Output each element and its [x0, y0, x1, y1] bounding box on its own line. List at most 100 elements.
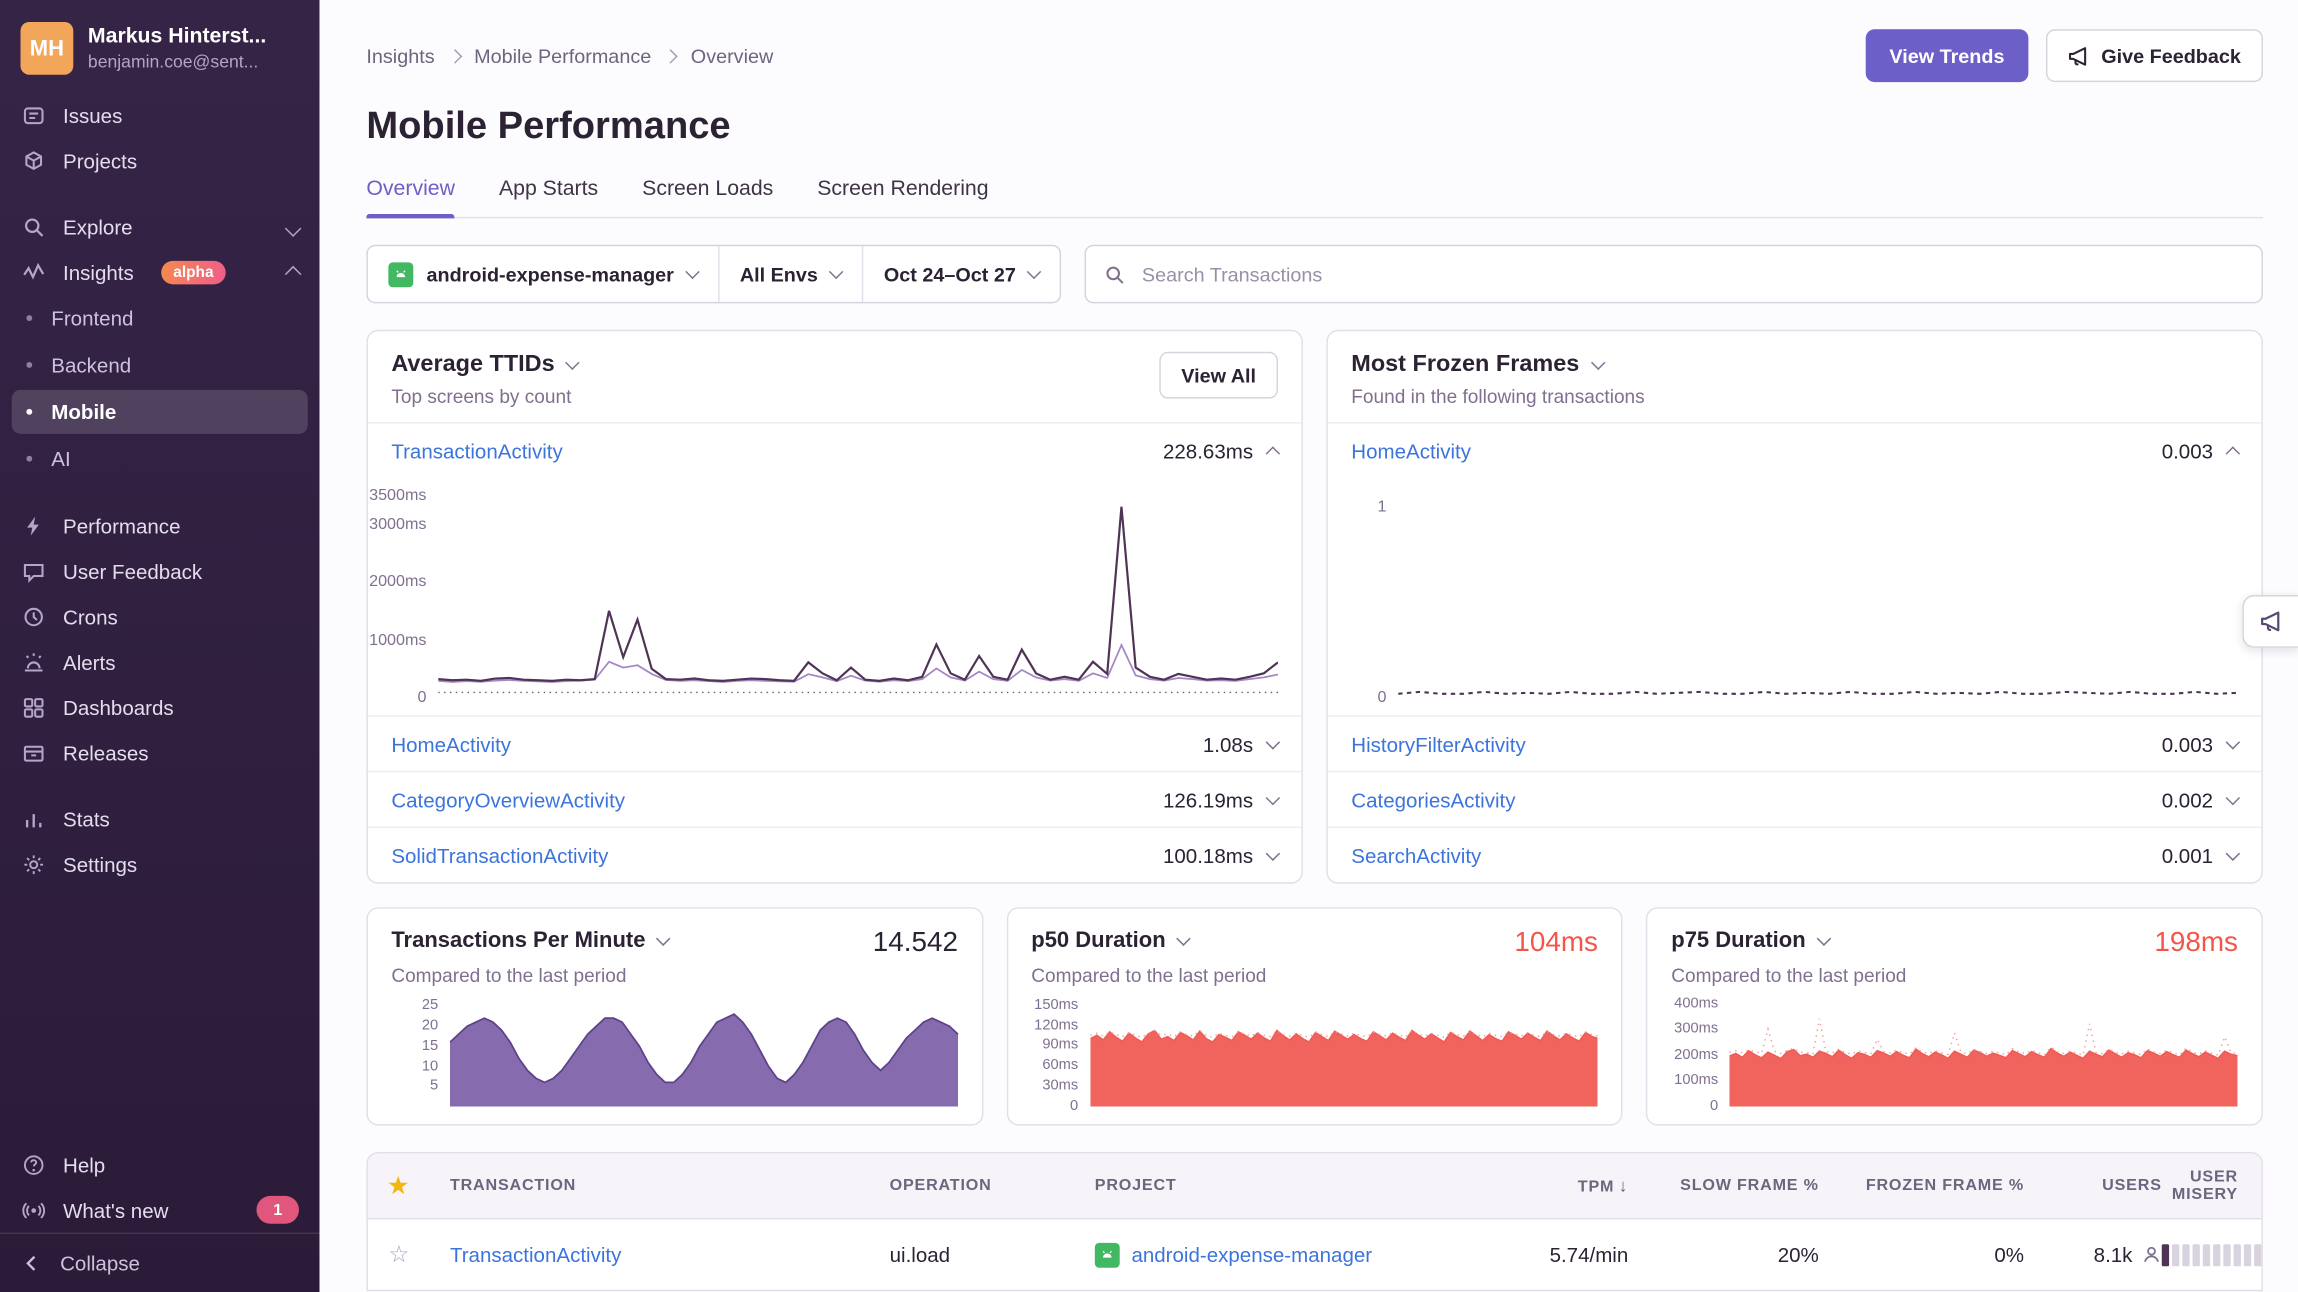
sidebar-item-explore[interactable]: Explore: [0, 204, 320, 249]
col-operation[interactable]: OPERATION: [890, 1177, 1095, 1195]
tab-screen-loads[interactable]: Screen Loads: [642, 177, 773, 217]
tab-app-starts[interactable]: App Starts: [499, 177, 598, 217]
table-header-row: ★ TRANSACTION OPERATION PROJECT TPM↓ SLO…: [368, 1153, 2262, 1219]
main-content: Insights Mobile Performance Overview Vie…: [320, 0, 2298, 1292]
project-cell: android-expense-manager: [1095, 1242, 1464, 1267]
p50-subtitle: Compared to the last period: [1031, 964, 1598, 986]
p50-card-title[interactable]: p50 Duration: [1031, 928, 1189, 953]
sidebar-item-backend[interactable]: Backend: [12, 343, 308, 387]
transaction-link[interactable]: SolidTransactionActivity: [391, 843, 608, 866]
date-range-selector[interactable]: Oct 24–Oct 27: [862, 246, 1060, 302]
expand-row-icon[interactable]: [1266, 790, 1281, 805]
sidebar-item-mobile[interactable]: Mobile: [12, 390, 308, 434]
star-filled-icon[interactable]: ★: [388, 1172, 450, 1198]
expand-row-icon[interactable]: [1266, 846, 1281, 861]
search-input[interactable]: [1139, 262, 2244, 287]
table-row: ☆ TransactionActivity ui.load android-ex…: [368, 1219, 2262, 1289]
sidebar-item-stats[interactable]: Stats: [0, 796, 320, 841]
p75-subtitle: Compared to the last period: [1671, 964, 2238, 986]
sidebar-item-frontend[interactable]: Frontend: [12, 296, 308, 340]
transaction-link[interactable]: TransactionActivity: [391, 439, 562, 462]
sidebar-item-insights[interactable]: Insights alpha: [0, 249, 320, 294]
sidebar-item-projects[interactable]: Projects: [0, 138, 320, 183]
expand-row-icon[interactable]: [2226, 790, 2241, 805]
tpm-chart[interactable]: 252015105: [391, 998, 958, 1106]
help-icon: [21, 1151, 47, 1177]
sidebar-collapse-button[interactable]: Collapse: [0, 1233, 320, 1292]
col-project[interactable]: PROJECT: [1095, 1177, 1464, 1195]
chevron-down-icon: [566, 355, 581, 370]
sidebar-item-settings[interactable]: Settings: [0, 841, 320, 886]
sidebar-item-dashboards[interactable]: Dashboards: [0, 684, 320, 729]
breadcrumb-insights[interactable]: Insights: [366, 45, 434, 67]
sidebar-item-user-feedback[interactable]: User Feedback: [0, 548, 320, 593]
col-slow-frame[interactable]: SLOW FRAME %: [1628, 1177, 1819, 1195]
transaction-link[interactable]: SearchActivity: [1351, 843, 1481, 866]
transaction-link[interactable]: HomeActivity: [1351, 439, 1471, 462]
feedback-fab-button[interactable]: [2242, 595, 2298, 648]
chevron-down-icon: [657, 931, 672, 946]
grid-icon: [21, 694, 47, 720]
slow-frame-cell: 20%: [1628, 1243, 1819, 1266]
sidebar-item-whats-new[interactable]: What's new 1: [0, 1187, 320, 1232]
transaction-link[interactable]: HomeActivity: [391, 732, 511, 755]
transaction-link[interactable]: HistoryFilterActivity: [1351, 732, 1525, 755]
sidebar-item-help[interactable]: Help: [0, 1142, 320, 1187]
tab-overview[interactable]: Overview: [366, 177, 455, 217]
frozen-frames-title[interactable]: Most Frozen Frames: [1351, 352, 2238, 378]
sidebar-item-ai[interactable]: AI: [12, 437, 308, 481]
transaction-link[interactable]: CategoryOverviewActivity: [391, 788, 625, 811]
user-icon: [2141, 1244, 2162, 1265]
view-all-button[interactable]: View All: [1159, 352, 1278, 399]
sidebar-item-issues[interactable]: Issues: [0, 92, 320, 137]
environment-selector[interactable]: All Envs: [718, 246, 862, 302]
expand-row-icon[interactable]: [2226, 734, 2241, 749]
list-item: CategoryOverviewActivity 126.19ms: [368, 771, 1302, 827]
tpm-card-title[interactable]: Transactions Per Minute: [391, 928, 669, 953]
area-chart: [450, 998, 958, 1106]
sidebar-item-alerts[interactable]: Alerts: [0, 639, 320, 684]
avg-ttids-title[interactable]: Average TTIDs: [391, 352, 1278, 378]
clock-icon: [21, 603, 47, 629]
tpm-value: 14.542: [873, 928, 958, 960]
col-tpm[interactable]: TPM↓: [1464, 1175, 1628, 1196]
col-transaction[interactable]: TRANSACTION: [450, 1177, 890, 1195]
y-axis: 10: [1331, 484, 1398, 698]
org-user-switcher[interactable]: MH Markus Hinterst... benjamin.coe@sent.…: [0, 0, 320, 92]
collapse-row-icon[interactable]: [2226, 446, 2241, 461]
breadcrumb-mobile-performance[interactable]: Mobile Performance: [474, 45, 651, 67]
sidebar-item-label: Issues: [63, 103, 122, 126]
sidebar-item-releases[interactable]: Releases: [0, 730, 320, 775]
expand-row-icon[interactable]: [2226, 846, 2241, 861]
sidebar-item-label: Crons: [63, 605, 118, 628]
project-link[interactable]: android-expense-manager: [1131, 1243, 1372, 1266]
give-feedback-button[interactable]: Give Feedback: [2046, 29, 2263, 82]
frozen-frames-trend-chart[interactable]: 10: [1328, 478, 2262, 715]
list-item: CategoriesActivity 0.002: [1328, 771, 2262, 827]
view-trends-button[interactable]: View Trends: [1866, 29, 2028, 82]
transaction-link[interactable]: CategoriesActivity: [1351, 788, 1515, 811]
p75-card-title[interactable]: p75 Duration: [1671, 928, 1829, 953]
ttid-trend-chart[interactable]: 3500ms3000ms2000ms1000ms0: [368, 478, 1302, 715]
sidebar-item-label: Frontend: [51, 306, 133, 329]
list-item: SolidTransactionActivity 100.18ms: [368, 827, 1302, 883]
star-outline-icon[interactable]: ☆: [388, 1240, 450, 1269]
col-users[interactable]: USERS: [2024, 1177, 2162, 1195]
frozen-frame-cell: 0%: [1819, 1243, 2024, 1266]
project-selector[interactable]: android-expense-manager: [368, 246, 718, 302]
transaction-link[interactable]: TransactionActivity: [450, 1243, 890, 1266]
col-frozen-frame[interactable]: FROZEN FRAME %: [1819, 1177, 2024, 1195]
sidebar-item-performance[interactable]: Performance: [0, 503, 320, 548]
breadcrumb-overview[interactable]: Overview: [691, 45, 773, 67]
y-axis: 150ms120ms90ms60ms30ms0: [1031, 998, 1090, 1106]
tab-screen-rendering[interactable]: Screen Rendering: [817, 177, 988, 217]
col-user-misery[interactable]: USER MISERY: [2162, 1168, 2238, 1203]
expand-row-icon[interactable]: [1266, 734, 1281, 749]
p75-chart[interactable]: 400ms300ms200ms100ms0: [1671, 998, 2238, 1106]
sidebar-item-label: Explore: [63, 215, 133, 238]
user-email: benjamin.coe@sent...: [88, 51, 266, 72]
collapse-row-icon[interactable]: [1266, 446, 1281, 461]
chevron-right-icon: [447, 48, 462, 63]
p50-chart[interactable]: 150ms120ms90ms60ms30ms0: [1031, 998, 1598, 1106]
sidebar-item-crons[interactable]: Crons: [0, 594, 320, 639]
